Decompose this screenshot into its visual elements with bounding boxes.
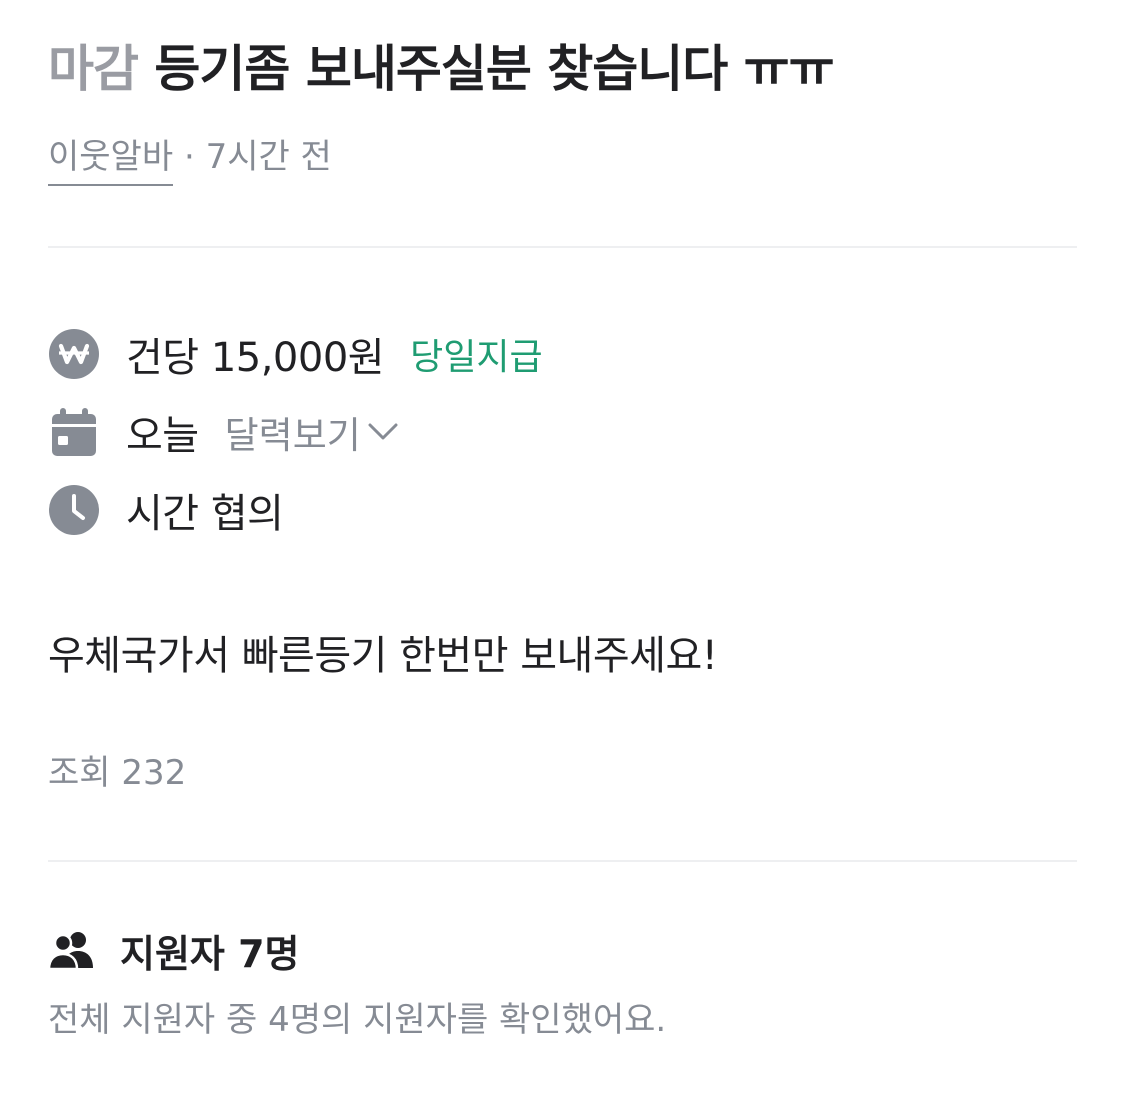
pay-amount: 건당 15,000원 [126,335,385,381]
divider [48,860,1077,862]
post-meta: 이웃알바 · 7시간 전 [48,134,332,186]
post-title: 마감 등기좀 보내주실분 찾습니다 ㅠㅠ [48,34,835,104]
won-coin-icon [48,328,100,380]
time-row: 시간 협의 [48,480,284,540]
time-text: 시간 협의 [126,491,284,537]
calendar-icon [48,406,100,458]
calendar-view-label: 달력보기 [224,414,361,457]
applicants-header: 지원자 7명 [48,922,300,978]
meta-separator: · [183,137,195,177]
clock-icon [48,484,100,536]
calendar-view-link[interactable]: 달력보기 [225,405,399,459]
people-icon [48,930,96,970]
status-badge: 마감 [48,40,139,98]
view-count: 조회 232 [48,753,187,793]
post-body: 우체국가서 빠른등기 한번만 보내주세요! [48,633,718,679]
post-title-text: 등기좀 보내주실분 찾습니다 ㅠㅠ [154,40,834,98]
date-text: 오늘 [126,413,199,459]
date-row: 오늘 달력보기 [48,402,399,462]
divider [48,246,1077,248]
chevron-down-icon [368,423,398,440]
author-link[interactable]: 이웃알바 [48,134,174,186]
applicants-summary: 전체 지원자 중 4명의 지원자를 확인했어요. [48,1000,667,1040]
applicants-count: 지원자 7명 [120,931,300,976]
pay-row: 건당 15,000원 당일지급 [48,324,543,384]
posted-time: 7시간 전 [205,137,332,177]
same-day-pay-badge: 당일지급 [410,337,543,378]
